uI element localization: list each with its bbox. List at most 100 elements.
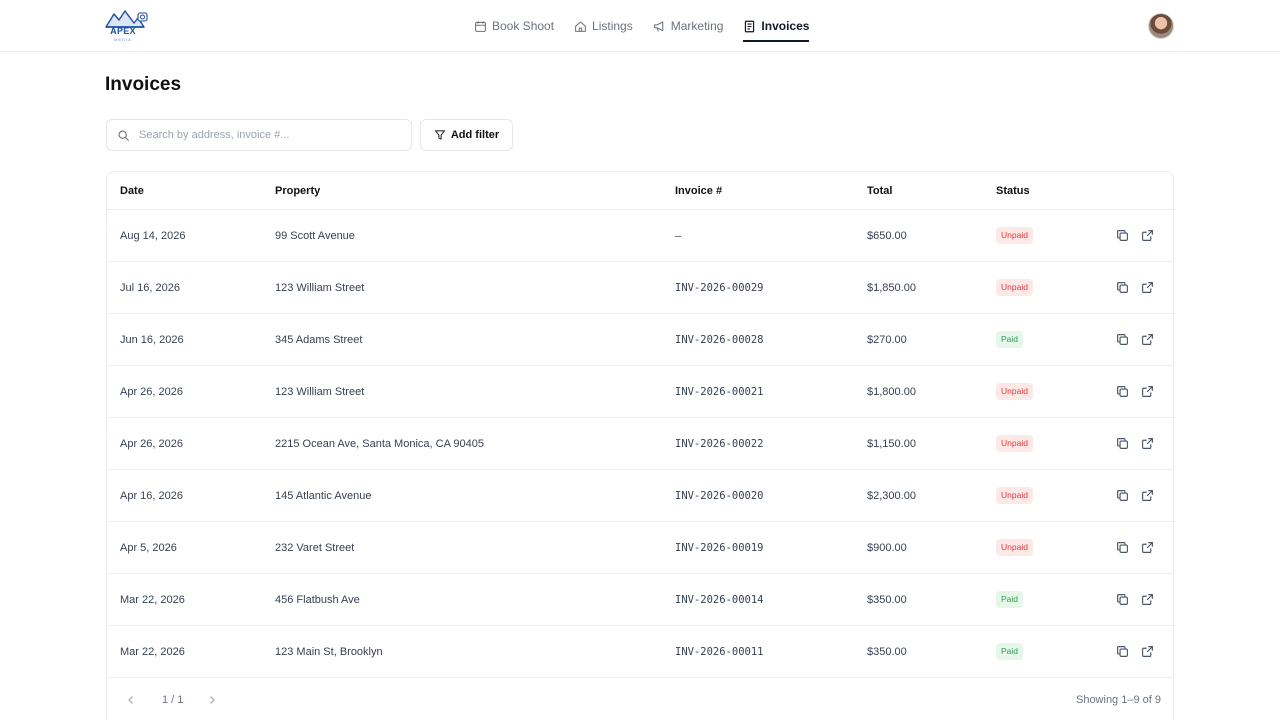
open-invoice-button[interactable] (1141, 541, 1155, 555)
invoice-date: Jul 16, 2026 (120, 282, 180, 294)
external-link-icon (1142, 490, 1153, 501)
house-icon (575, 21, 586, 32)
invoice-property: 145 Atlantic Avenue (275, 490, 372, 502)
copy-invoice-button[interactable] (1116, 281, 1130, 295)
results-count: Showing 1–9 of 9 (1075, 694, 1161, 706)
copy-invoice-button[interactable] (1116, 385, 1130, 399)
invoice-date: Apr 5, 2026 (120, 542, 177, 554)
copy-icon (1117, 334, 1128, 345)
external-link-icon (1142, 646, 1153, 657)
status-badge: Unpaid (996, 227, 1033, 244)
prev-page-button[interactable] (120, 687, 142, 713)
search-box[interactable] (106, 119, 412, 151)
open-invoice-button[interactable] (1141, 489, 1155, 503)
open-invoice-button[interactable] (1141, 437, 1155, 451)
filter-icon (434, 130, 445, 140)
user-avatar[interactable] (1148, 13, 1174, 39)
copy-invoice-button[interactable] (1116, 541, 1130, 555)
copy-invoice-button[interactable] (1116, 437, 1130, 451)
copy-invoice-button[interactable] (1116, 229, 1130, 243)
copy-invoice-button[interactable] (1116, 593, 1130, 607)
copy-icon (1117, 542, 1128, 553)
search-input[interactable] (139, 129, 389, 141)
nav-marketing[interactable]: Marketing (653, 0, 724, 52)
external-link-icon (1142, 438, 1153, 449)
nav-invoices[interactable]: Invoices (743, 0, 810, 52)
table-row[interactable]: Jun 16, 2026 345 Adams Street INV-2026-000… (107, 314, 1175, 366)
table-row[interactable]: Apr 5, 2026 232 Varet Street INV-2026-0001… (107, 522, 1175, 574)
status-badge: Paid (996, 591, 1024, 608)
column-header-status[interactable]: Status (996, 185, 1030, 197)
copy-icon (1117, 490, 1128, 501)
brand-logo[interactable]: APEX MEDIA (104, 9, 150, 43)
invoice-property: 345 Adams Street (275, 334, 363, 346)
copy-icon (1117, 438, 1128, 449)
megaphone-icon (653, 21, 664, 32)
external-link-icon (1142, 542, 1153, 553)
invoice-number: INV-2026-00011 (675, 646, 764, 658)
copy-icon (1117, 386, 1128, 397)
nav-label: Book Shoot (492, 19, 555, 33)
status-badge: Paid (996, 643, 1024, 660)
open-invoice-button[interactable] (1141, 645, 1155, 659)
table-row[interactable]: Mar 22, 2026 123 Main St, Brooklyn INV-202… (107, 626, 1175, 678)
external-link-icon (1142, 282, 1153, 293)
table-header: Date Property Invoice # Total Status (107, 172, 1175, 210)
top-bar: APEX MEDIA Book Shoot Listings Marketing… (0, 0, 1280, 52)
page-indicator: 1 / 1 (162, 694, 184, 706)
status-badge: Unpaid (996, 383, 1033, 400)
invoice-date: Mar 22, 2026 (120, 646, 185, 658)
open-invoice-button[interactable] (1141, 333, 1155, 347)
open-invoice-button[interactable] (1141, 593, 1155, 607)
next-page-button[interactable] (201, 687, 223, 713)
invoice-date: Aug 14, 2026 (120, 230, 186, 242)
invoice-date: Apr 16, 2026 (120, 490, 183, 502)
invoice-total: $350.00 (867, 594, 907, 606)
open-invoice-button[interactable] (1141, 229, 1155, 243)
invoice-number: INV-2026-00022 (675, 438, 764, 450)
invoice-total: $900.00 (867, 542, 907, 554)
nav-listings[interactable]: Listings (574, 0, 633, 52)
copy-invoice-button[interactable] (1116, 489, 1130, 503)
invoice-date: Mar 22, 2026 (120, 594, 185, 606)
status-badge: Unpaid (996, 435, 1033, 452)
copy-icon (1117, 230, 1128, 241)
external-link-icon (1142, 230, 1153, 241)
copy-icon (1117, 282, 1128, 293)
status-badge: Unpaid (996, 487, 1033, 504)
table-row[interactable]: Apr 26, 2026 123 William Street INV-2026-0… (107, 366, 1175, 418)
status-badge: Paid (996, 331, 1024, 348)
table-row[interactable]: Mar 22, 2026 456 Flatbush Ave INV-2026-000… (107, 574, 1175, 626)
search-icon (118, 129, 129, 141)
chevron-left-icon (128, 696, 133, 704)
pagination: 1 / 1 (120, 686, 223, 714)
column-header-property[interactable]: Property (275, 185, 320, 197)
copy-icon (1117, 594, 1128, 605)
invoice-number: INV-2026-00019 (675, 542, 764, 554)
nav-label: Invoices (761, 19, 810, 33)
table-row[interactable]: Jul 16, 2026 123 William Street INV-2026-0… (107, 262, 1175, 314)
copy-invoice-button[interactable] (1116, 333, 1130, 347)
invoice-property: 456 Flatbush Ave (275, 594, 360, 606)
calendar-icon (475, 20, 486, 32)
invoice-number: – (675, 230, 682, 242)
column-header-invoice[interactable]: Invoice # (675, 185, 722, 197)
column-header-date[interactable]: Date (120, 185, 144, 197)
add-filter-button[interactable]: Add filter (420, 119, 513, 151)
chevron-right-icon (210, 696, 216, 704)
invoice-total: $1,800.00 (867, 386, 916, 398)
invoice-number: INV-2026-00014 (675, 594, 764, 606)
column-header-total[interactable]: Total (867, 185, 892, 197)
nav-book-shoot[interactable]: Book Shoot (474, 0, 554, 52)
table-row[interactable]: Apr 16, 2026 145 Atlantic Avenue INV-2026-… (107, 470, 1175, 522)
invoice-property: 123 William Street (275, 282, 365, 294)
brand-subtitle: MEDIA (114, 37, 132, 42)
nav-label: Marketing (670, 19, 724, 33)
table-row[interactable]: Apr 26, 2026 2215 Ocean Ave, Santa Monica… (107, 418, 1175, 470)
brand-name: APEX (110, 26, 136, 36)
open-invoice-button[interactable] (1141, 385, 1155, 399)
open-invoice-button[interactable] (1141, 281, 1155, 295)
external-link-icon (1142, 594, 1153, 605)
table-row[interactable]: Aug 14, 2026 99 Scott Avenue – $650.00 Unpai… (107, 210, 1175, 262)
copy-invoice-button[interactable] (1116, 645, 1130, 659)
